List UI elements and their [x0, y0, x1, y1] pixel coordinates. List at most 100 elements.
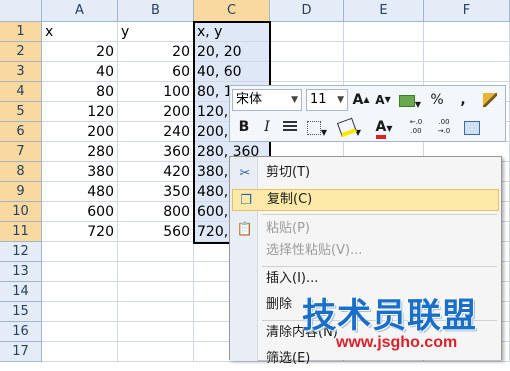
row-header-4[interactable]: 4: [0, 82, 42, 102]
cell-a12[interactable]: [42, 242, 118, 262]
decrease-decimal-button[interactable]: .00 →.0: [432, 116, 456, 138]
row-header-11[interactable]: 11: [0, 222, 42, 242]
italic-button[interactable]: I: [257, 116, 277, 138]
cell-d1[interactable]: [270, 22, 344, 42]
paste-icon: 📋: [236, 222, 254, 237]
cell-e1[interactable]: [344, 22, 424, 42]
select-all-corner[interactable]: [0, 0, 42, 22]
cell-b1[interactable]: y: [118, 22, 194, 42]
cell-a16[interactable]: [42, 322, 118, 342]
menu-item-label: 复制(C): [267, 192, 313, 207]
row-header-13[interactable]: 13: [0, 262, 42, 282]
cell-b13[interactable]: [118, 262, 194, 282]
merge-center-button[interactable]: [460, 116, 484, 138]
bold-button[interactable]: B: [234, 116, 254, 138]
cell-a17[interactable]: [42, 342, 118, 362]
menu-item-label: 粘贴(P): [266, 221, 310, 236]
cell-b5[interactable]: 200: [118, 102, 194, 122]
menu-item-1[interactable]: ✂ 剪切(T): [232, 163, 499, 185]
column-header-f[interactable]: F: [424, 0, 510, 22]
shrink-font-button[interactable]: A▼: [373, 89, 393, 111]
cell-a6[interactable]: 200: [42, 122, 118, 142]
menu-item-4: 选择性粘贴(V)...: [232, 241, 499, 263]
row-header-1[interactable]: 1: [0, 22, 42, 42]
cell-b16[interactable]: [118, 322, 194, 342]
column-header-d[interactable]: D: [270, 0, 344, 22]
cell-d3[interactable]: [270, 62, 344, 82]
font-name-select[interactable]: 宋体 ▼: [232, 89, 302, 111]
merge-cells-icon: [464, 121, 480, 135]
row-header-8[interactable]: 8: [0, 162, 42, 182]
percent-button[interactable]: %: [426, 89, 448, 111]
watermark-brand: 技术员联盟: [302, 296, 477, 336]
cell-b8[interactable]: 420: [118, 162, 194, 182]
cell-b9[interactable]: 350: [118, 182, 194, 202]
cell-a13[interactable]: [42, 262, 118, 282]
row-header-6[interactable]: 6: [0, 122, 42, 142]
cell-a3[interactable]: 40: [42, 62, 118, 82]
center-align-button[interactable]: [280, 116, 300, 138]
row-header-16[interactable]: 16: [0, 322, 42, 342]
column-header-b[interactable]: B: [118, 0, 194, 22]
cell-f1[interactable]: [424, 22, 510, 42]
cell-f3[interactable]: [424, 62, 510, 82]
cell-e2[interactable]: [344, 42, 424, 62]
font-color-button[interactable]: A▼: [369, 116, 399, 139]
cell-b7[interactable]: 360: [118, 142, 194, 162]
cell-b12[interactable]: [118, 242, 194, 262]
cell-a15[interactable]: [42, 302, 118, 322]
row-header-12[interactable]: 12: [0, 242, 42, 262]
format-painter-button[interactable]: [478, 89, 502, 111]
currency-icon: [398, 95, 415, 107]
cell-b10[interactable]: 800: [118, 202, 194, 222]
row-header-5[interactable]: 5: [0, 102, 42, 122]
font-size-value: 11: [310, 92, 327, 107]
cell-a8[interactable]: 380: [42, 162, 118, 182]
increase-decimal-icon: ←.0.00: [409, 118, 423, 135]
row-header-9[interactable]: 9: [0, 182, 42, 202]
font-size-select[interactable]: 11 ▼: [306, 89, 348, 111]
row-header-7[interactable]: 7: [0, 142, 42, 162]
cell-a10[interactable]: 600: [42, 202, 118, 222]
cell-a11[interactable]: 720: [42, 222, 118, 242]
menu-item-3: 📋 粘贴(P): [232, 219, 499, 241]
fill-color-button[interactable]: ▼: [335, 116, 365, 138]
cell-b2[interactable]: 20: [118, 42, 194, 62]
cell-b15[interactable]: [118, 302, 194, 322]
cell-a5[interactable]: 120: [42, 102, 118, 122]
row-header-14[interactable]: 14: [0, 282, 42, 302]
grow-font-button[interactable]: A▲: [351, 89, 371, 111]
column-header-e[interactable]: E: [344, 0, 424, 22]
cell-b11[interactable]: 560: [118, 222, 194, 242]
comma-style-button[interactable]: ,: [452, 89, 474, 111]
cell-a7[interactable]: 280: [42, 142, 118, 162]
row-header-10[interactable]: 10: [0, 202, 42, 222]
borders-icon: [306, 121, 321, 135]
cell-b14[interactable]: [118, 282, 194, 302]
row-header-2[interactable]: 2: [0, 42, 42, 62]
cell-b17[interactable]: [118, 342, 194, 362]
font-name-value: 宋体: [236, 92, 263, 107]
cell-b4[interactable]: 100: [118, 82, 194, 102]
borders-button[interactable]: ▼: [303, 116, 331, 138]
cell-d2[interactable]: [270, 42, 344, 62]
menu-separator: [262, 214, 497, 215]
row-header-15[interactable]: 15: [0, 302, 42, 322]
paintbrush-icon: [483, 93, 497, 107]
cell-b6[interactable]: 240: [118, 122, 194, 142]
column-header-c[interactable]: C: [194, 0, 270, 22]
cell-a14[interactable]: [42, 282, 118, 302]
increase-decimal-button[interactable]: ←.0.00: [404, 116, 428, 138]
menu-item-2[interactable]: ❐ 复制(C): [232, 189, 499, 211]
cell-e3[interactable]: [344, 62, 424, 82]
cell-a9[interactable]: 480: [42, 182, 118, 202]
cell-a1[interactable]: x: [42, 22, 118, 42]
row-header-17[interactable]: 17: [0, 342, 42, 362]
column-header-a[interactable]: A: [42, 0, 118, 22]
cell-a2[interactable]: 20: [42, 42, 118, 62]
cell-b3[interactable]: 60: [118, 62, 194, 82]
number-format-button[interactable]: ▼: [396, 89, 424, 111]
row-header-3[interactable]: 3: [0, 62, 42, 82]
cell-a4[interactable]: 80: [42, 82, 118, 102]
cell-f2[interactable]: [424, 42, 510, 62]
